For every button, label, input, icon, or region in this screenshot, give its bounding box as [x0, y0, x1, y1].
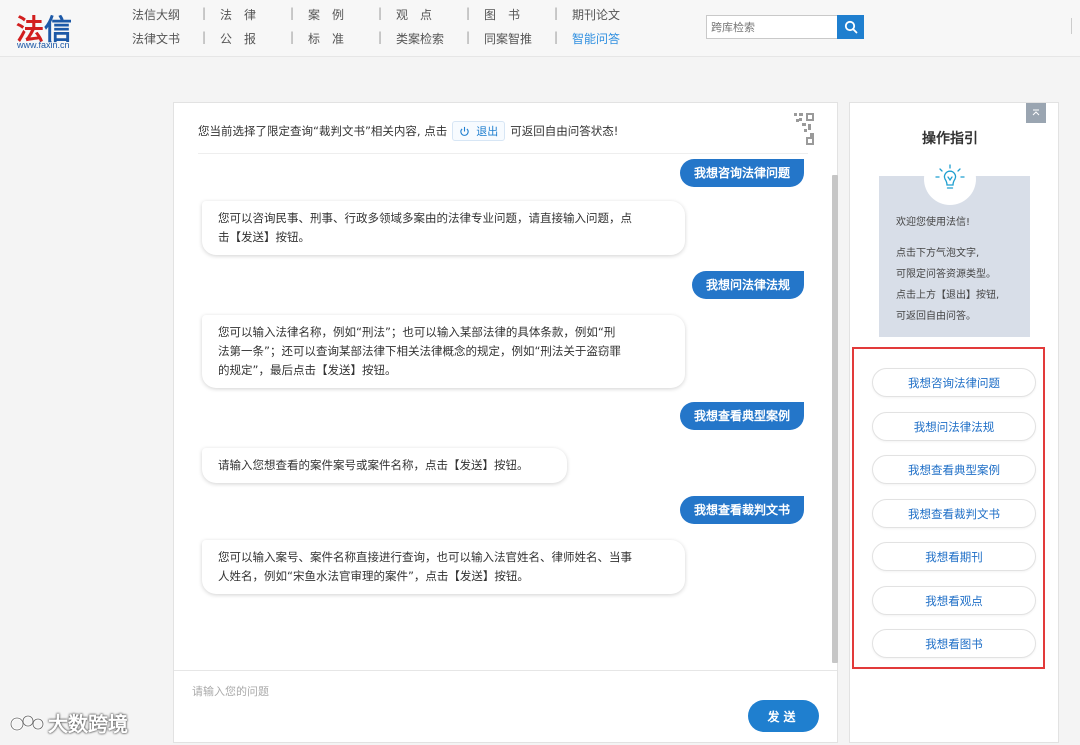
user-message: 我想咨询法律问题 [679, 159, 804, 187]
chat-panel: 您当前选择了限定查询“裁判文书”相关内容, 点击 退出 可返回自由问答状态! 我… [173, 102, 838, 743]
nav-item-outline[interactable]: 法信大纲 [132, 6, 180, 23]
notice-text-before: 您当前选择了限定查询“裁判文书”相关内容, 点击 [198, 124, 448, 138]
quick-ask-laws-regulations[interactable]: 我想问法律法规 [872, 412, 1036, 441]
guide-title: 操作指引 [922, 131, 978, 147]
qr-code-icon[interactable] [780, 111, 816, 147]
collapse-up-icon [1032, 109, 1040, 116]
nav-item-similar-case-search[interactable]: 类案检索 [396, 30, 444, 47]
cross-db-search [706, 15, 864, 39]
lightbulb-icon [935, 164, 965, 189]
nav-item-books[interactable]: 图 书 [484, 6, 520, 23]
quick-ask-views[interactable]: 我想看观点 [872, 586, 1036, 615]
nav-row-2: 法律文书 | 公 报 | 标 准 | 类案检索 | 同案智推 | 智能问答 [128, 28, 648, 52]
guide-instruction-text: 点击下方气泡文字, [896, 248, 980, 259]
search-input[interactable] [706, 15, 844, 39]
bot-message: 请输入您想查看的案件案号或案件名称，点击【发送】按钮。 [202, 448, 567, 483]
bot-message: 您可以输入案号、案件名称直接进行查询，也可以输入法官姓名、律师姓名、当事 人姓名… [202, 540, 685, 594]
bot-message-line: 击【发送】按钮。 [218, 230, 310, 244]
nav-separator: | [466, 6, 471, 20]
watermark: 大数跨境 [8, 708, 128, 737]
top-bar: 法信 www.faxin.cn 法信大纲 | 法 律 | 案 例 | 观 点 |… [0, 0, 1080, 57]
nav-separator: | [202, 6, 207, 20]
nav-separator: | [466, 30, 471, 44]
quick-ask-typical-cases[interactable]: 我想查看典型案例 [872, 455, 1036, 484]
nav-item-cases[interactable]: 案 例 [308, 6, 344, 23]
watermark-logo-icon [9, 714, 45, 731]
nav-item-views[interactable]: 观 点 [396, 6, 432, 23]
user-message: 我想查看裁判文书 [679, 496, 804, 524]
guide-welcome-text: 欢迎您使用法信! [896, 217, 971, 228]
nav-separator: | [554, 30, 559, 44]
restricted-mode-notice: 您当前选择了限定查询“裁判文书”相关内容, 点击 退出 可返回自由问答状态! [198, 121, 618, 141]
chat-scrollbar[interactable] [832, 175, 838, 663]
quick-ask-books[interactable]: 我想看图书 [872, 629, 1036, 658]
nav-item-gazette[interactable]: 公 报 [220, 30, 256, 47]
power-icon [460, 126, 469, 136]
bot-message-line: 人姓名，例如“宋鱼水法官审理的案件”，点击【发送】按钮。 [218, 569, 529, 583]
nav-separator: | [554, 6, 559, 20]
nav-separator: | [378, 30, 383, 44]
send-button[interactable]: 发送 [748, 700, 819, 732]
bot-message: 您可以咨询民事、刑事、行政多领域多案由的法律专业问题，请直接输入问题，点 击【发… [202, 201, 685, 255]
user-message: 我想查看典型案例 [679, 402, 804, 430]
bot-message-line: 请输入您想查看的案件案号或案件名称，点击【发送】按钮。 [218, 458, 529, 472]
guide-instruction-text: 可限定问答资源类型。 [896, 269, 996, 280]
notice-text-after: 可返回自由问答状态! [510, 124, 619, 138]
quick-ask-legal-question[interactable]: 我想咨询法律问题 [872, 368, 1036, 397]
collapse-button[interactable] [1026, 103, 1046, 123]
bot-message-line: 法第一条”；还可以查询某部法律下相关法律概念的规定，例如“刑法关于盗窃罪 [218, 344, 621, 358]
guide-instruction-text: 可返回自由问答。 [896, 311, 976, 322]
operation-guide-panel: 操作指引 欢迎您使用法信! 点击下方气泡文字, 可限定问答资源类型。 点击上方【… [849, 102, 1059, 743]
nav-item-journals[interactable]: 期刊论文 [572, 6, 620, 23]
bot-message: 您可以输入法律名称，例如“刑法”；也可以输入某部法律的具体条款，例如“刑 法第一… [202, 315, 685, 388]
watermark-text: 大数跨境 [48, 712, 128, 736]
message-input-placeholder: 请输入您的问题 [192, 685, 269, 698]
nav-item-legal-docs[interactable]: 法律文书 [132, 30, 180, 47]
logo-url: www.faxin.cn [17, 40, 70, 50]
faxin-logo[interactable]: 法信 www.faxin.cn [16, 8, 72, 50]
message-input-area[interactable]: 请输入您的问题 发送 [174, 670, 837, 745]
search-icon [844, 20, 857, 34]
bulb-badge [924, 153, 976, 205]
bot-message-line: 您可以咨询民事、刑事、行政多领域多案由的法律专业问题，请直接输入问题，点 [218, 211, 632, 225]
nav-separator: | [378, 6, 383, 20]
topbar-divider [1071, 18, 1072, 34]
guide-instruction-text: 点击上方【退出】按钮, [896, 290, 1000, 301]
nav-item-standards[interactable]: 标 准 [308, 30, 344, 47]
notice-divider [198, 153, 808, 154]
quick-ask-judgments[interactable]: 我想查看裁判文书 [872, 499, 1036, 528]
bot-message-line: 您可以输入法律名称，例如“刑法”；也可以输入某部法律的具体条款，例如“刑 [218, 325, 616, 339]
nav-item-law[interactable]: 法 律 [220, 6, 256, 23]
nav-item-smart-qa[interactable]: 智能问答 [572, 30, 620, 47]
user-message: 我想问法律法规 [691, 271, 804, 299]
exit-button[interactable]: 退出 [452, 121, 506, 141]
main-nav: 法信大纲 | 法 律 | 案 例 | 观 点 | 图 书 | 期刊论文 法律文书… [128, 4, 648, 52]
nav-separator: | [202, 30, 207, 44]
nav-separator: | [290, 30, 295, 44]
exit-label: 退出 [476, 125, 499, 138]
search-button[interactable] [837, 15, 864, 39]
nav-row-1: 法信大纲 | 法 律 | 案 例 | 观 点 | 图 书 | 期刊论文 [128, 4, 648, 28]
nav-item-case-recommend[interactable]: 同案智推 [484, 30, 532, 47]
nav-separator: | [290, 6, 295, 20]
quick-ask-journals[interactable]: 我想看期刊 [872, 542, 1036, 571]
bot-message-line: 您可以输入案号、案件名称直接进行查询，也可以输入法官姓名、律师姓名、当事 [218, 550, 632, 564]
bot-message-line: 的规定”，最后点击【发送】按钮。 [218, 363, 397, 377]
